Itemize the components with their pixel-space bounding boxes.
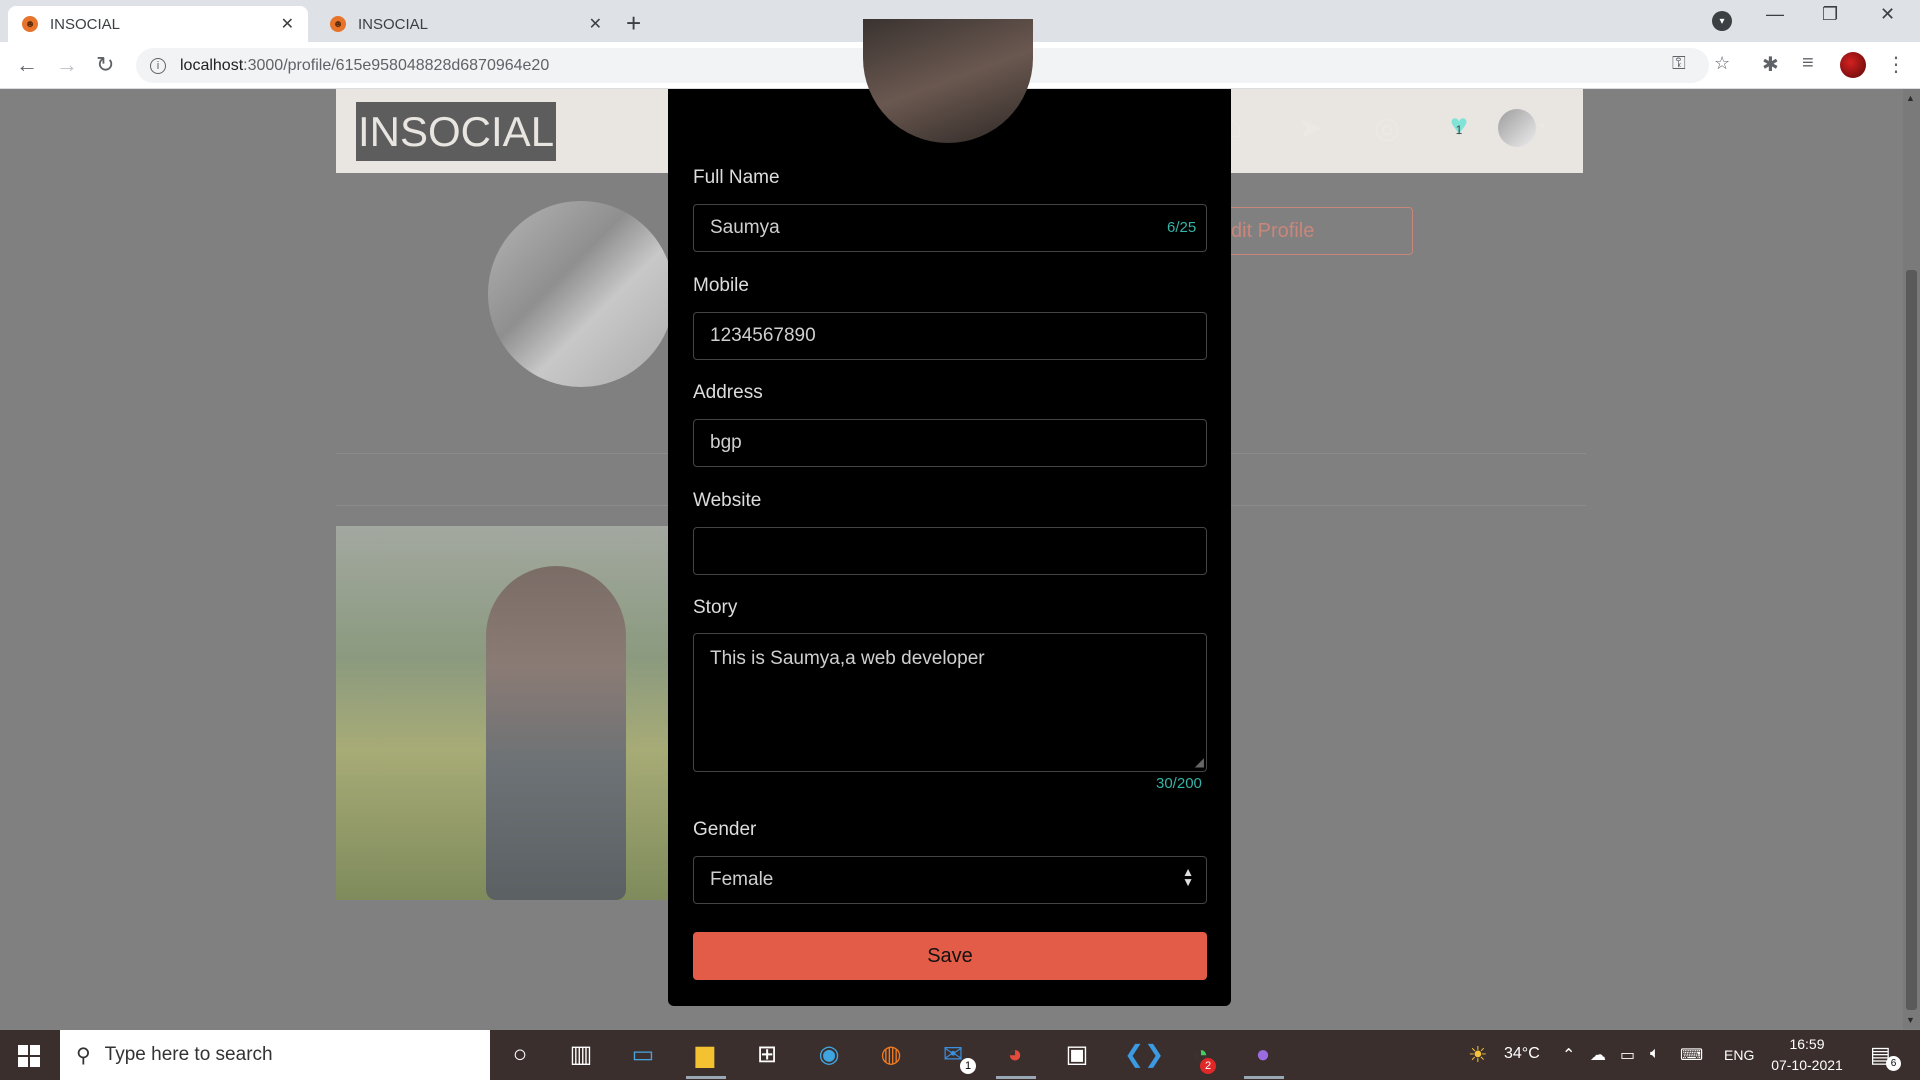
site-info-icon[interactable]: i — [150, 57, 166, 74]
tab-search-icon[interactable]: ▾ — [1712, 11, 1732, 31]
battery-icon[interactable]: ▭ — [1620, 1045, 1635, 1065]
onedrive-cloud-icon[interactable]: ☁ — [1590, 1045, 1606, 1065]
address-input[interactable]: bgp — [693, 419, 1207, 467]
search-icon: ⚲ — [76, 1044, 91, 1067]
language-indicator[interactable]: ENG — [1724, 1047, 1754, 1063]
minimize-icon[interactable]: — — [1766, 4, 1784, 25]
extensions-puzzle-icon[interactable]: ✱ — [1762, 52, 1779, 77]
edge-browser-icon[interactable]: ◉ — [814, 1040, 844, 1070]
firefox-icon[interactable]: ◍ — [876, 1040, 906, 1070]
edit-profile-modal: Full Name Saumya 6/25 Mobile 1234567890 … — [668, 19, 1231, 1006]
website-label: Website — [693, 490, 762, 511]
reload-icon[interactable]: ↻ — [96, 52, 114, 78]
tab-close-icon[interactable]: ✕ — [281, 14, 294, 34]
full-name-counter: 6/25 — [1167, 219, 1197, 236]
select-updown-arrow-icon: ▲ ▼ — [1182, 865, 1194, 889]
gender-selected-value: Female — [710, 869, 774, 890]
insocial-favicon-icon: ☻ — [330, 16, 346, 32]
full-name-input[interactable]: Saumya — [693, 204, 1207, 252]
terminal-icon[interactable]: ▣ — [1062, 1040, 1092, 1070]
scroll-up-arrow-icon[interactable]: ▲ — [1906, 93, 1915, 103]
mobile-label: Mobile — [693, 275, 749, 296]
scroll-down-arrow-icon[interactable]: ▼ — [1906, 1015, 1915, 1025]
key-icon[interactable]: ⚿ — [1672, 53, 1686, 74]
cortana-circle-icon[interactable]: ○ — [505, 1040, 535, 1070]
save-button[interactable]: Save — [693, 932, 1207, 980]
taskbar-search-placeholder: Type here to search — [104, 1044, 273, 1065]
url-path: :3000/profile/615e958048828d6870964e20 — [243, 56, 550, 74]
whatsapp-badge: 2 — [1200, 1058, 1216, 1074]
notifications-heart-icon[interactable]: ♥ 1 — [1444, 111, 1474, 141]
file-explorer-icon[interactable]: ▆ — [690, 1040, 720, 1070]
active-app-indicator — [1244, 1076, 1284, 1079]
tab-close-icon[interactable]: ✕ — [589, 14, 602, 34]
tab-title: INSOCIAL — [358, 15, 429, 33]
weather-sun-icon[interactable]: ☀ — [1468, 1042, 1488, 1068]
vscode-icon[interactable]: ❮❯ — [1124, 1040, 1164, 1070]
clock-date: 07-10-2021 — [1771, 1057, 1843, 1073]
taskbar-search-input[interactable]: ⚲ Type here to search — [60, 1030, 490, 1080]
story-textarea[interactable]: This is Saumya,a web developer ◢ — [693, 633, 1207, 772]
taskbar-clock[interactable]: 16:59 07-10-2021 — [1762, 1034, 1852, 1076]
tab-insocial-second[interactable]: ☻ INSOCIAL ✕ — [316, 6, 616, 42]
scrollbar-thumb[interactable] — [1906, 270, 1917, 1010]
bookmark-star-icon[interactable]: ☆ — [1714, 53, 1730, 74]
gender-select[interactable]: Female ▲ ▼ — [693, 856, 1207, 904]
clock-time: 16:59 — [1789, 1036, 1825, 1052]
post-thumbnail[interactable] — [336, 526, 670, 900]
profile-avatar — [488, 201, 674, 387]
volume-icon[interactable]: 🔈︎ — [1650, 1045, 1660, 1063]
resize-grip-icon[interactable]: ◢ — [1195, 755, 1204, 769]
windows-taskbar: ⚲ Type here to search ○ ▥ ▭ ▆ ⊞ ◉ ◍ ✉ 1 … — [0, 1030, 1920, 1080]
new-tab-plus-icon[interactable]: + — [626, 8, 641, 39]
site-brand-logo[interactable]: INSOCIAL — [356, 102, 557, 161]
tray-chevron-up-icon[interactable]: ⌃ — [1562, 1045, 1575, 1065]
notifications-count: 1 — [1455, 123, 1463, 137]
chevron-down-icon[interactable]: ▾ — [1539, 119, 1545, 133]
url-host: localhost — [180, 56, 244, 74]
nav-user-avatar[interactable] — [1498, 109, 1536, 147]
window-close-icon[interactable]: ✕ — [1880, 4, 1895, 25]
post-photo-subject — [486, 566, 626, 900]
tab-insocial-active[interactable]: ☻ INSOCIAL ✕ — [8, 6, 308, 42]
restore-icon[interactable]: ❐ — [1822, 4, 1838, 25]
address-label: Address — [693, 382, 763, 403]
windows-start-icon[interactable] — [18, 1045, 40, 1067]
gender-label: Gender — [693, 819, 757, 840]
chrome-icon[interactable]: ◕ — [1000, 1040, 1030, 1070]
explore-compass-icon[interactable]: ◎ — [1374, 111, 1400, 146]
mail-badge: 1 — [960, 1058, 976, 1074]
insocial-favicon-icon: ☻ — [22, 16, 38, 32]
store-bag-icon[interactable]: ⊞ — [752, 1040, 782, 1070]
tab-title: INSOCIAL — [50, 15, 121, 33]
browser-profile-avatar[interactable] — [1840, 52, 1866, 78]
website-input[interactable] — [693, 527, 1207, 575]
full-name-label: Full Name — [693, 167, 780, 188]
active-app-indicator — [996, 1076, 1036, 1079]
send-message-icon[interactable]: ➤ — [1298, 111, 1323, 146]
back-arrow-icon[interactable]: ← — [16, 52, 38, 78]
browser-menu-icon[interactable]: ⋮ — [1886, 52, 1906, 77]
mobile-input[interactable]: 1234567890 — [693, 312, 1207, 360]
story-text: This is Saumya,a web developer — [710, 648, 985, 669]
keyboard-icon[interactable]: ⌨ — [1680, 1045, 1703, 1065]
story-counter: 30/200 — [1156, 775, 1202, 792]
story-label: Story — [693, 597, 738, 618]
weather-temperature[interactable]: 34°C — [1504, 1045, 1540, 1063]
modal-profile-avatar[interactable] — [863, 19, 1033, 143]
forward-arrow-icon[interactable]: → — [56, 52, 78, 78]
computer-icon[interactable]: ▭ — [628, 1040, 658, 1070]
notification-count-badge: 6 — [1886, 1056, 1901, 1071]
edit-profile-button[interactable]: dit Profile — [1226, 207, 1413, 255]
media-controls-icon[interactable]: ≡ — [1802, 52, 1814, 75]
github-icon[interactable]: ● — [1248, 1040, 1278, 1070]
active-app-indicator — [686, 1076, 726, 1079]
task-view-icon[interactable]: ▥ — [566, 1040, 596, 1070]
